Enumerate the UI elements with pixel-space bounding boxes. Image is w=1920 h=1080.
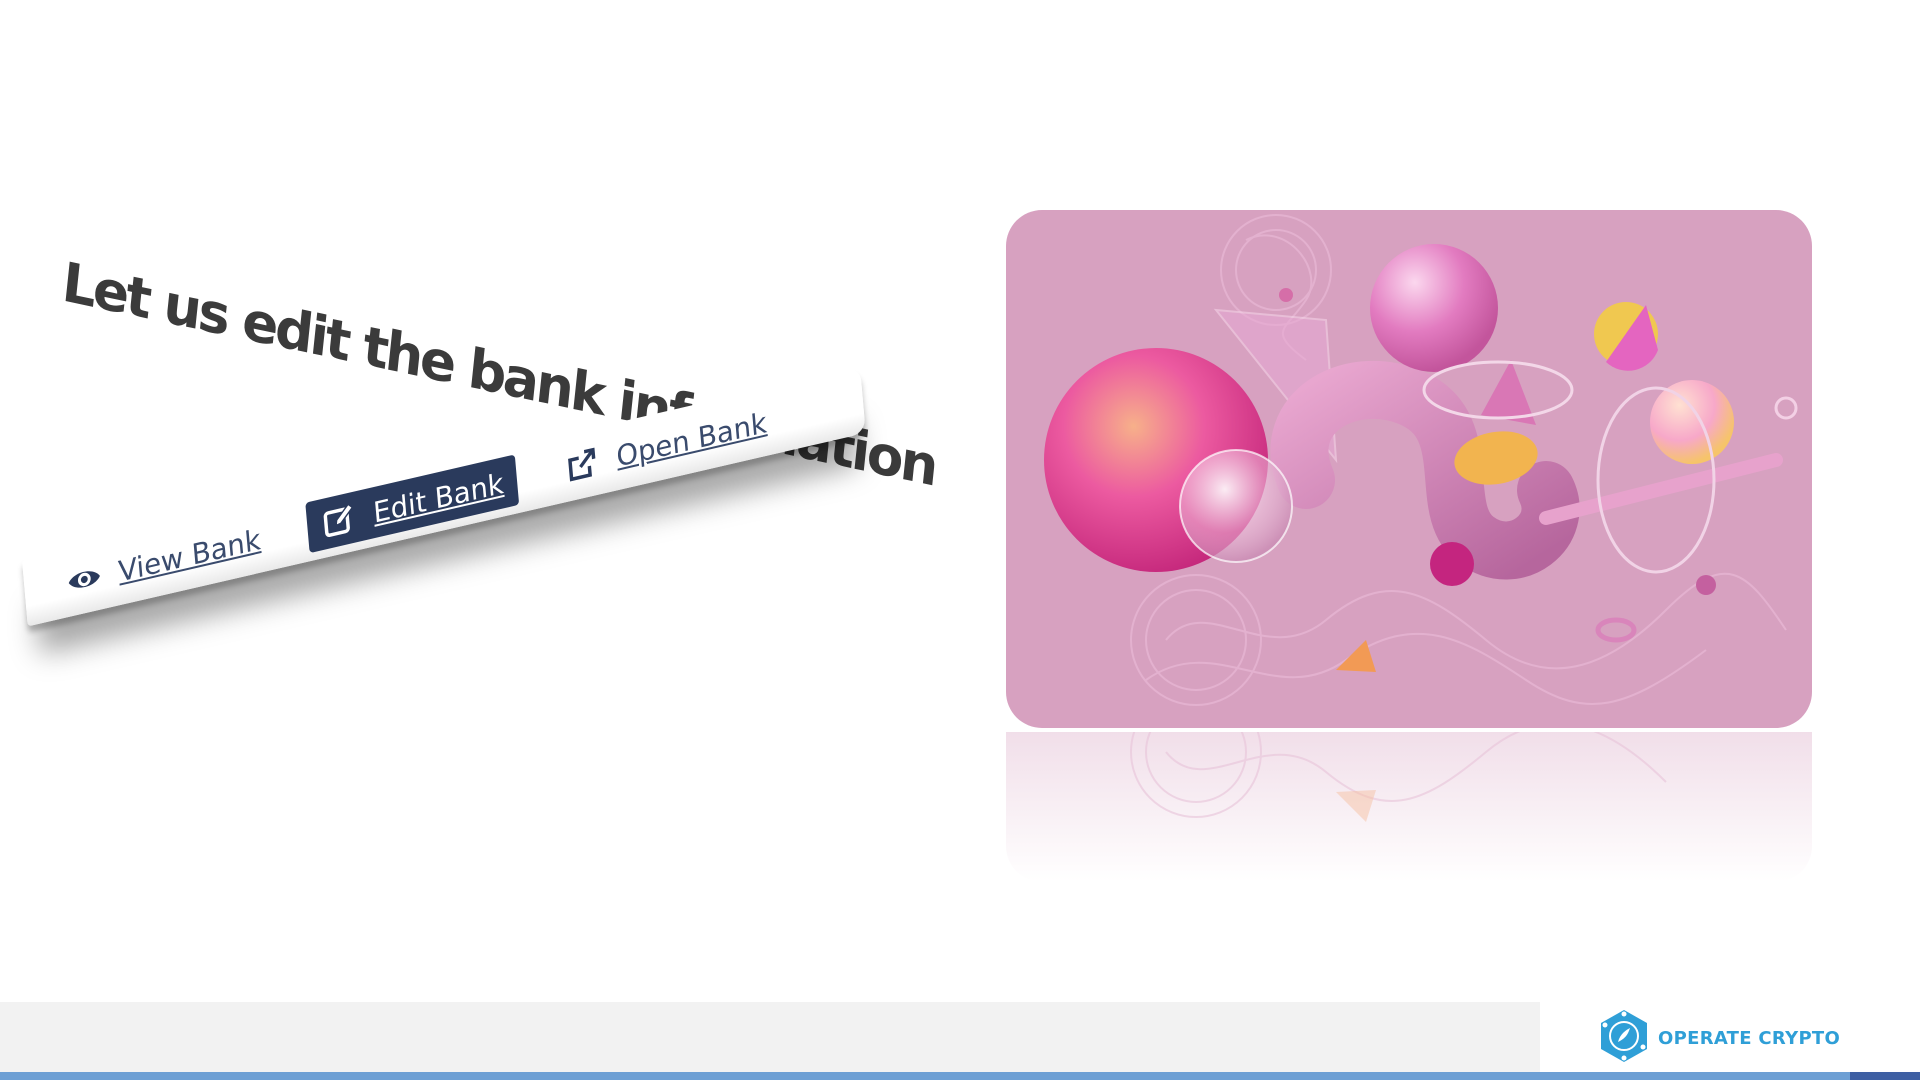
logo-text: OPERATE CRYPTO <box>1658 1028 1841 1049</box>
abstract-shapes-image <box>1044 214 1798 706</box>
external-link-icon <box>562 441 602 488</box>
view-bank-label: View Bank <box>116 522 262 589</box>
bottom-stripe <box>0 1072 1920 1080</box>
edit-bank-label: Edit Bank <box>371 466 505 530</box>
abstract-3d-artwork <box>1006 210 1812 728</box>
eye-icon <box>64 556 104 603</box>
bank-toolbar-wrapper: View Bank Edit Bank Open Bank <box>22 366 869 661</box>
artwork-reflection <box>1006 732 1812 882</box>
slide: Let us edit the bank information View Ba… <box>0 0 1920 1080</box>
operate-crypto-logo: OPERATE CRYPTO <box>1598 1008 1840 1069</box>
view-bank-link[interactable]: View Bank <box>50 511 276 613</box>
edit-icon <box>319 497 359 544</box>
bottom-stripe-accent <box>1850 1072 1920 1080</box>
bank-toolbar: View Bank Edit Bank Open Bank <box>22 366 866 627</box>
footer-bar <box>0 1002 1540 1072</box>
edit-bank-button[interactable]: Edit Bank <box>304 454 520 554</box>
hexagon-logo-icon <box>1598 1008 1650 1069</box>
